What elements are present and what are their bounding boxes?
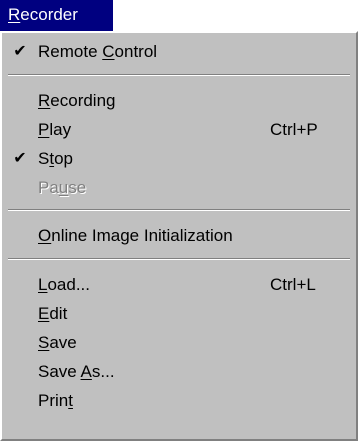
menu-item-load[interactable]: Load... Ctrl+L [2, 270, 356, 299]
checkmark-icon: ✔ [13, 150, 27, 167]
menu-item-label: Recording [38, 91, 116, 110]
menu-title-mnemonic: R [8, 5, 21, 24]
recorder-dropdown-menu: ✔ Remote Control Recording Play Ctrl+P ✔… [0, 31, 358, 441]
menu-separator [8, 74, 350, 76]
menu-item-label: Edit [38, 304, 68, 323]
menu-item-edit[interactable]: Edit [2, 299, 356, 328]
menu-item-shortcut: Ctrl+L [270, 275, 316, 294]
menu-item-remote-control[interactable]: ✔ Remote Control [2, 37, 356, 66]
menu-item-label: Pause [38, 178, 87, 197]
menu-item-label: Stop [38, 149, 73, 168]
menu-title-recorder[interactable]: Recorder [0, 0, 113, 31]
menu-separator [8, 209, 350, 211]
checkmark-icon: ✔ [13, 43, 27, 60]
menu-item-save-as[interactable]: Save As... [2, 357, 356, 386]
menu-item-label: Save [38, 333, 77, 352]
menu-item-label: Print [38, 391, 73, 410]
menu-item-shortcut: Ctrl+P [270, 120, 318, 139]
menu-item-save[interactable]: Save [2, 328, 356, 357]
menu-item-pause: Pause [2, 173, 356, 202]
menu-item-play[interactable]: Play Ctrl+P [2, 115, 356, 144]
menu-item-recording[interactable]: Recording [2, 86, 356, 115]
menu-item-label: Save As... [38, 362, 115, 381]
menu-item-label: Remote Control [38, 42, 158, 61]
menu-item-label: Load... [38, 275, 91, 294]
menu-item-label: Online Image Initialization [38, 226, 233, 245]
menu-item-online-image-initialization[interactable]: Online Image Initialization [2, 221, 356, 250]
menu-item-label: Play [38, 120, 72, 139]
menu-item-stop[interactable]: ✔ Stop [2, 144, 356, 173]
menu-item-print[interactable]: Print [2, 386, 356, 415]
menu-title-post: ecorder [20, 5, 78, 24]
menu-separator [8, 258, 350, 260]
